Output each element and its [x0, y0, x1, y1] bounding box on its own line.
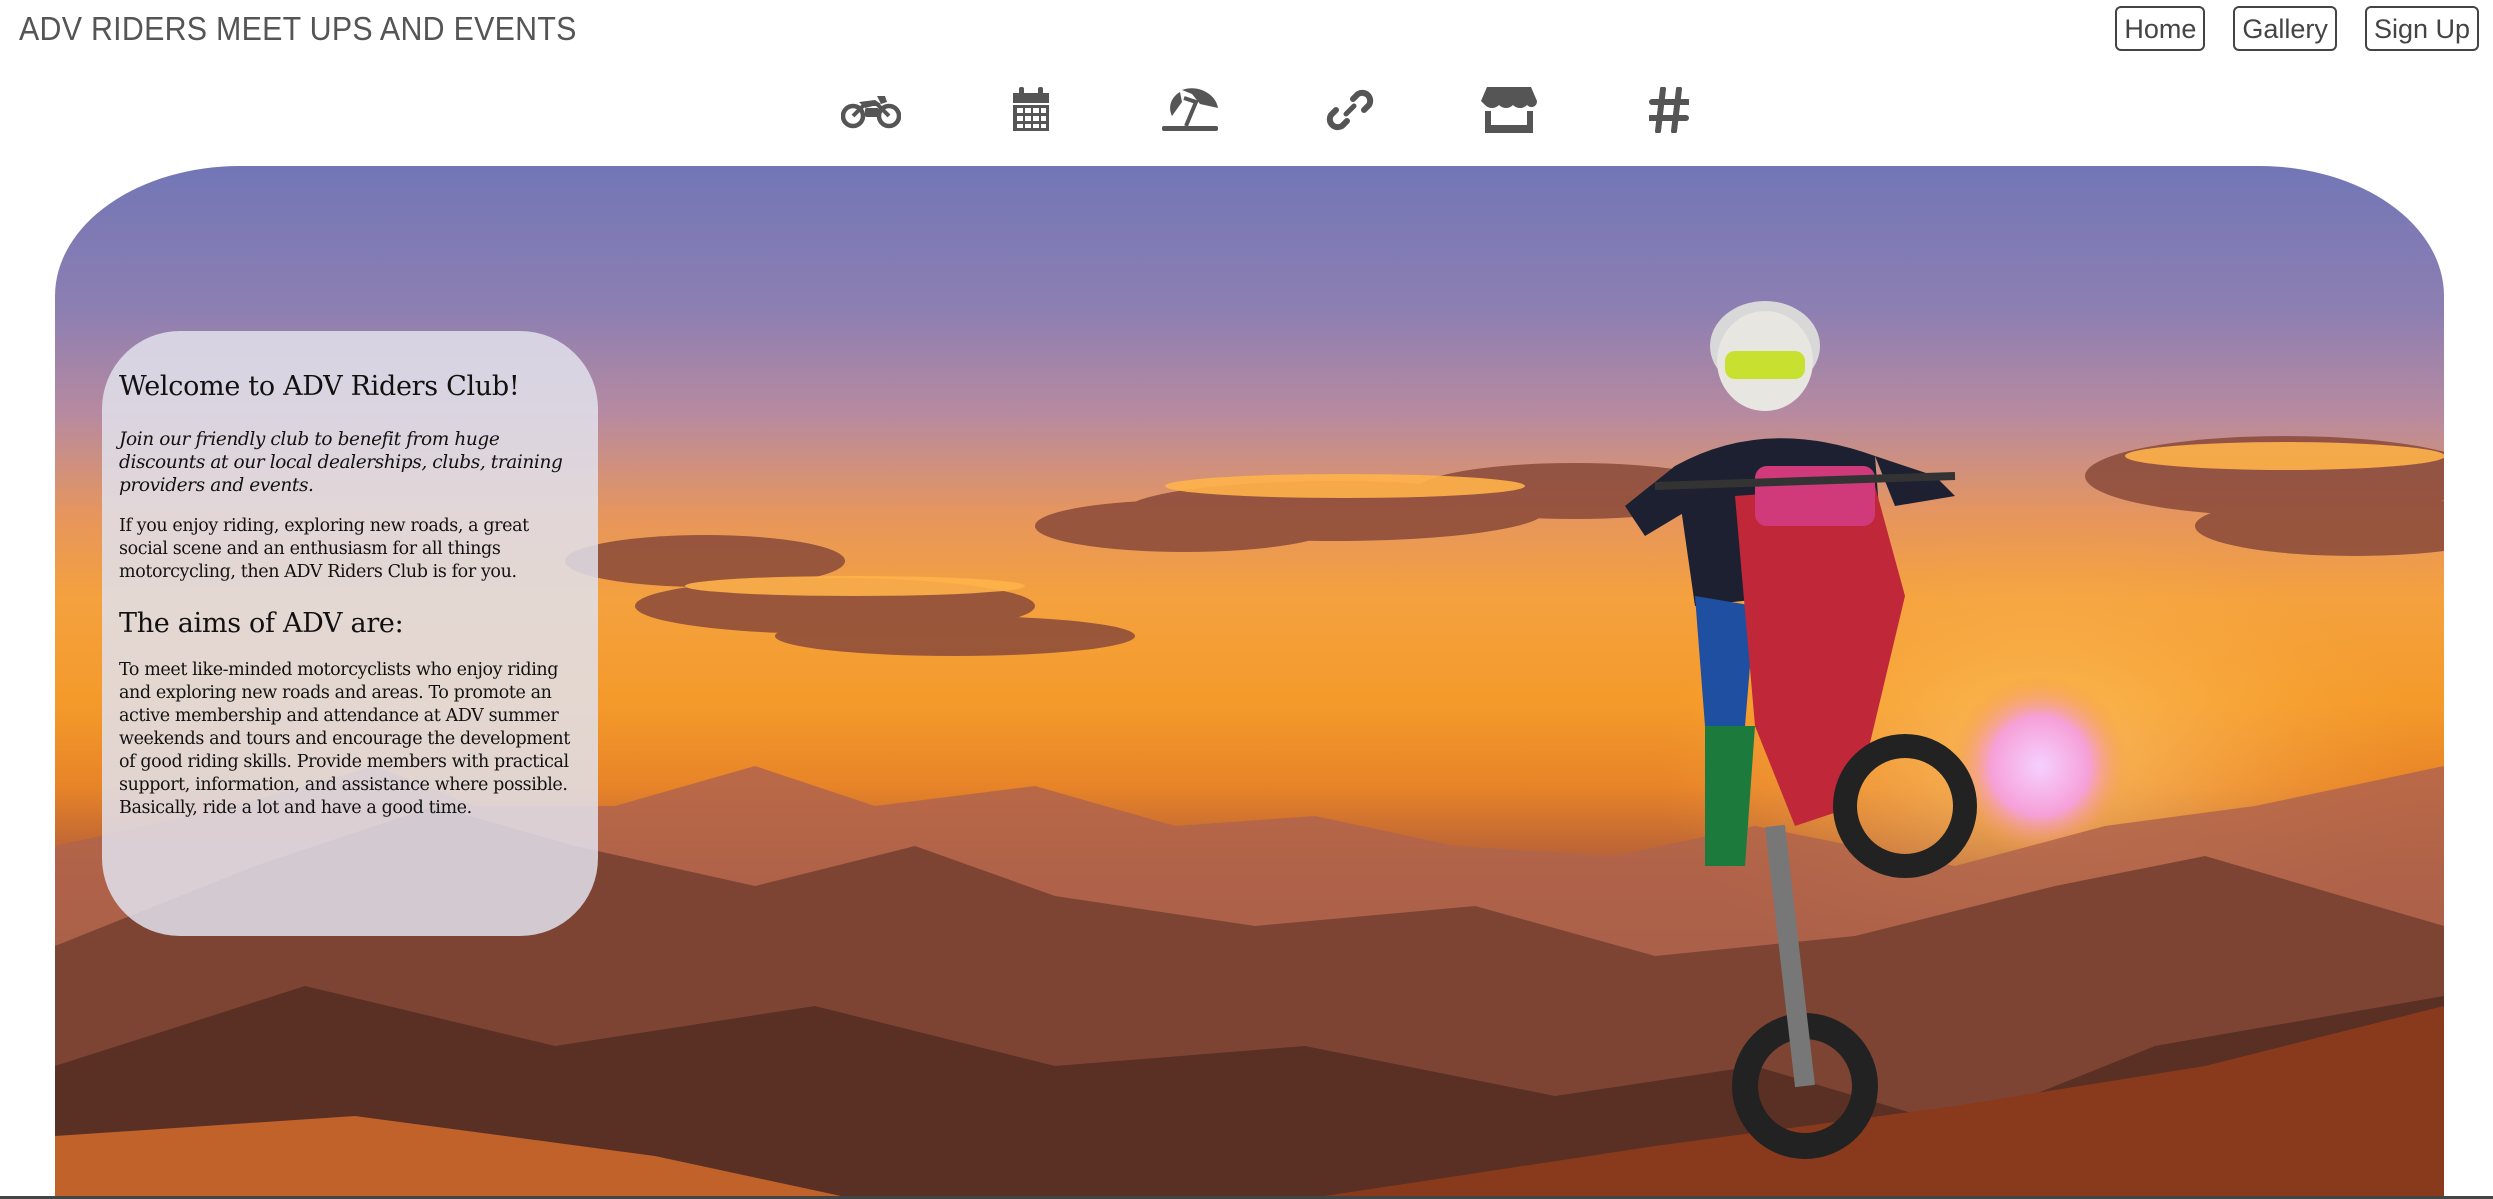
- hashtag-icon[interactable]: [1638, 84, 1700, 136]
- icon-bar: [840, 80, 1700, 140]
- welcome-panel: Welcome to ADV Riders Club! Join our fri…: [102, 331, 598, 936]
- welcome-intro: If you enjoy riding, exploring new roads…: [119, 516, 529, 582]
- calendar-icon[interactable]: [1000, 84, 1062, 136]
- link-icon[interactable]: [1319, 84, 1381, 136]
- nav-gallery-button[interactable]: Gallery: [2233, 6, 2337, 51]
- store-icon[interactable]: [1478, 84, 1540, 136]
- aims-title: The aims of ADV are:: [119, 608, 404, 639]
- welcome-lead: Join our friendly club to benefit from h…: [119, 429, 563, 496]
- top-nav: Home Gallery Sign Up: [2115, 6, 2479, 51]
- nav-home-button[interactable]: Home: [2115, 6, 2206, 51]
- welcome-title: Welcome to ADV Riders Club!: [119, 371, 520, 402]
- motorcycle-icon[interactable]: [840, 84, 902, 136]
- nav-signup-button[interactable]: Sign Up: [2364, 6, 2479, 51]
- site-title: ADV RIDERS MEET UPS AND EVENTS: [19, 10, 577, 47]
- aims-text: To meet like-minded motorcyclists who en…: [119, 660, 570, 818]
- beach-umbrella-icon[interactable]: [1159, 84, 1221, 136]
